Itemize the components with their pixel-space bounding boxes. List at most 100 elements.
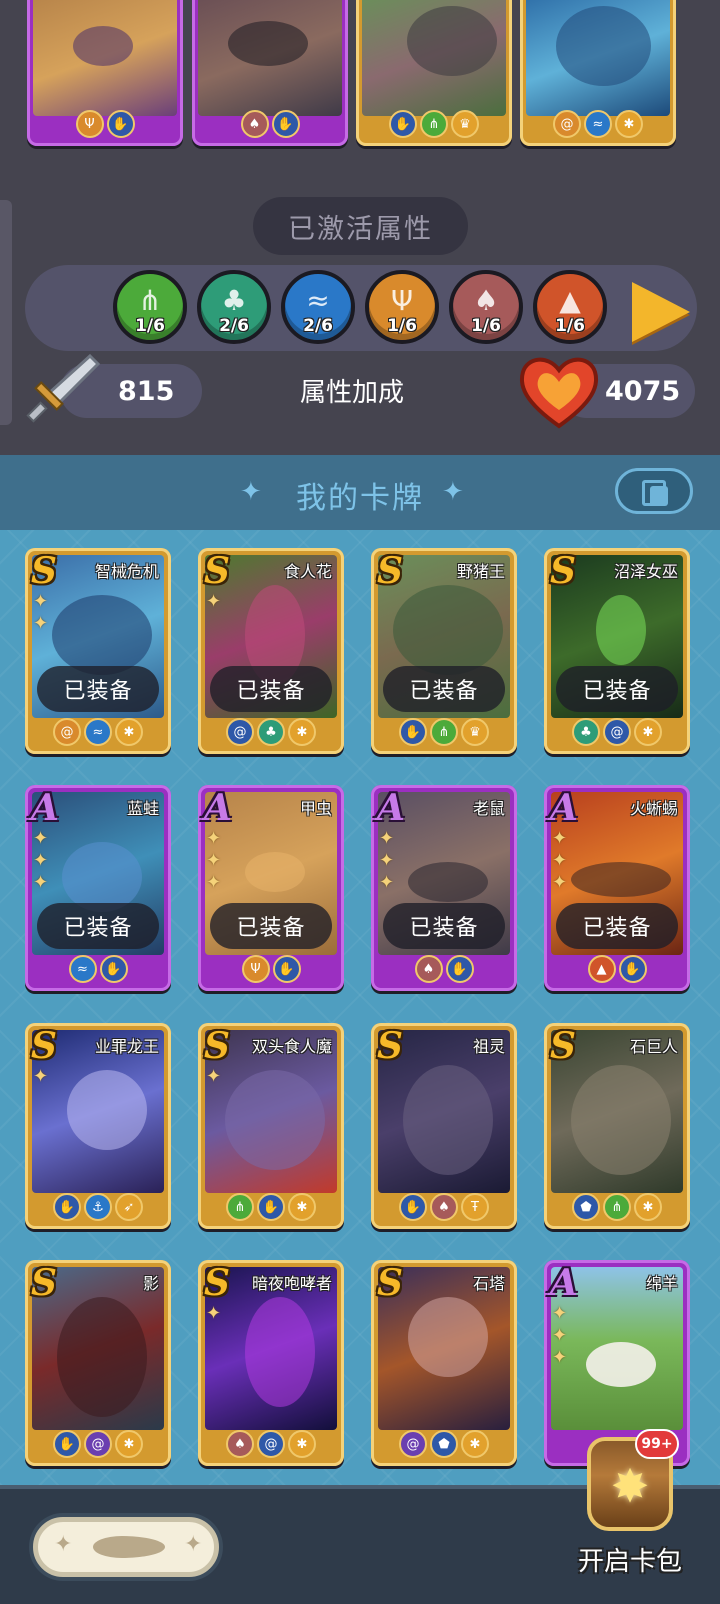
my-cards-title: 我的卡牌 (296, 481, 424, 516)
back-button[interactable]: ✦ ✦ (33, 1517, 219, 1577)
equipped-badge: 已装备 (383, 903, 505, 949)
swirl-icon: @ (603, 718, 631, 746)
star-icon: ✦ (206, 1066, 222, 1087)
crown-icon: ♛ (461, 718, 489, 746)
star-icon: ✦ (552, 828, 568, 849)
star-icon: ✦ (552, 1325, 568, 1346)
attribute-volcano[interactable]: ▲ 1/6 (533, 270, 607, 344)
star-icon: ✦ (552, 1303, 568, 1324)
card-item[interactable]: A 蓝蛙 ✦ ✦ ✦ 已装备 ≈ ✋ (25, 785, 171, 991)
claw-icon: ✋ (272, 955, 301, 983)
card-name: 暗夜咆哮者 (251, 1274, 332, 1293)
grass-icon: ⋔ (138, 284, 162, 317)
sprout-icon: ♣ (572, 718, 600, 746)
card-item[interactable]: A 火蜥蜴 ✦ ✦ ✦ 已装备 ▲ ✋ (544, 785, 690, 991)
wave-icon: ≈ (68, 955, 97, 983)
open-pack-label: 开启卡包 (577, 1547, 682, 1577)
attribute-grass[interactable]: ⋔ 1/6 (113, 270, 187, 344)
gear-icon: ✱ (288, 718, 316, 746)
view-toggle-button[interactable] (615, 468, 693, 514)
rank-badge: S (204, 1025, 230, 1067)
star-icon: ✦ (552, 850, 568, 871)
shield-icon: ⬟ (430, 1430, 458, 1458)
sprout-icon: ♣ (257, 718, 285, 746)
claw-icon: ✋ (106, 110, 135, 138)
star-icon: ✦ (33, 872, 49, 893)
rank-badge: S (377, 1262, 403, 1304)
card-name: 智械危机 (94, 562, 159, 581)
card-item[interactable]: A 甲虫 ✦ ✦ ✦ 已装备 Ψ ✋ (198, 785, 344, 991)
attribute-cactus[interactable]: Ψ 1/6 (365, 270, 439, 344)
bottom-bar: ✦ ✦ ✸ 99+ 开启卡包 (0, 1429, 720, 1604)
deck-slot-mech[interactable]: @ ≈ ✱ (520, 0, 676, 146)
card-item[interactable]: S 食人花 ✦ 已装备 @ ♣ ✱ (198, 548, 344, 754)
gear-icon: ✱ (115, 718, 143, 746)
card-item[interactable]: S 野猪王 已装备 ✋ ⋔ ♛ (371, 548, 517, 754)
claw-icon: ✋ (618, 955, 647, 983)
next-arrow-button[interactable] (632, 282, 690, 342)
card-item[interactable]: S 石塔 @ ⬟ ✱ (371, 1260, 517, 1466)
star-icon: ✦ (379, 828, 395, 849)
claw-icon: ✋ (53, 1193, 81, 1221)
gear-icon: ✱ (634, 1193, 662, 1221)
card-item[interactable]: S 影 ✋ @ ✱ (25, 1260, 171, 1466)
card-item[interactable]: S 智械危机 ✦ ✦ 已装备 @ ≈ ✱ (25, 548, 171, 754)
rank-badge: S (204, 1262, 230, 1304)
spiral-icon: @ (84, 1430, 112, 1458)
deck-slot-rat[interactable]: ♠ ✋ (192, 0, 348, 146)
star-icon: ✦ (206, 591, 222, 612)
attribute-sprout[interactable]: ♣ 2/6 (197, 270, 271, 344)
deck-slot-boar[interactable]: ✋ ⋔ ♛ (356, 0, 512, 146)
cactus-icon: Ψ (390, 284, 414, 317)
gear-icon: ✱ (288, 1193, 316, 1221)
open-pack-button[interactable]: ✸ 99+ 开启卡包 (565, 1427, 695, 1597)
claw-icon: ✋ (99, 955, 128, 983)
swirl-icon: @ (53, 718, 81, 746)
claw-icon: ✋ (399, 718, 427, 746)
rank-badge: A (204, 787, 232, 829)
card-grid: S 智械危机 ✦ ✦ 已装备 @ ≈ ✱ S 食人花 ✦ 已装备 @ ♣ ✱ S 野猪王 … (0, 530, 720, 1485)
rank-badge: A (377, 787, 405, 829)
star-icon: ✦ (379, 872, 395, 893)
card-item[interactable]: A 老鼠 ✦ ✦ ✦ 已装备 ♠ ✋ (371, 785, 517, 991)
card-item[interactable]: S 业罪龙王 ✦ ✋ ⚓ ➶ (25, 1023, 171, 1229)
wave-icon: ≈ (584, 110, 612, 138)
rank-badge: S (31, 1025, 57, 1067)
star-icon: ✦ (206, 1303, 222, 1324)
card-art (198, 0, 342, 116)
attribute-squid[interactable]: ♠ 1/6 (449, 270, 523, 344)
rank-badge: A (550, 1262, 578, 1304)
star-icon: ✦ (552, 872, 568, 893)
card-name: 野猪王 (456, 562, 505, 581)
equipped-badge: 已装备 (210, 666, 332, 712)
pack-count-badge: 99+ (635, 1429, 679, 1459)
card-name: 石塔 (472, 1274, 505, 1293)
spiral-icon: @ (399, 1430, 427, 1458)
health-value: 4075 (605, 375, 681, 407)
rank-badge: A (31, 787, 59, 829)
card-name: 火蜥蜴 (629, 799, 678, 818)
star-icon: ✦ (33, 1066, 49, 1087)
deck-slot-beetle[interactable]: Ψ ✋ (27, 0, 183, 146)
star-icon: ✦ (206, 828, 222, 849)
grass-icon: ⋔ (420, 110, 448, 138)
card-name: 影 (142, 1274, 159, 1293)
anchor-icon: ⚓ (84, 1193, 112, 1221)
card-item[interactable]: S 沼泽女巫 已装备 ♣ @ ✱ (544, 548, 690, 754)
my-cards-header: ✦ 我的卡牌 ✦ (0, 455, 720, 530)
claw-icon: ✋ (257, 1193, 285, 1221)
card-art (33, 0, 177, 116)
side-drawer-handle[interactable] (0, 200, 12, 425)
squid-icon: ♠ (226, 1430, 254, 1458)
card-item[interactable]: S 石巨人 ⬟ ⋔ ✱ (544, 1023, 690, 1229)
attack-value: 815 (118, 375, 175, 407)
star-icon: ✦ (206, 872, 222, 893)
card-item[interactable]: S 暗夜咆哮者 ✦ ♠ @ ✱ (198, 1260, 344, 1466)
card-art (526, 0, 670, 116)
attribute-count: 1/6 (387, 316, 417, 336)
claw-icon: ✋ (389, 110, 417, 138)
card-item[interactable]: S 双头食人魔 ✦ ⋔ ✋ ✱ (198, 1023, 344, 1229)
card-item[interactable]: S 祖灵 ✋ ♠ Ŧ (371, 1023, 517, 1229)
card-name: 蓝蛙 (126, 799, 159, 818)
attribute-wave[interactable]: ≈ 2/6 (281, 270, 355, 344)
